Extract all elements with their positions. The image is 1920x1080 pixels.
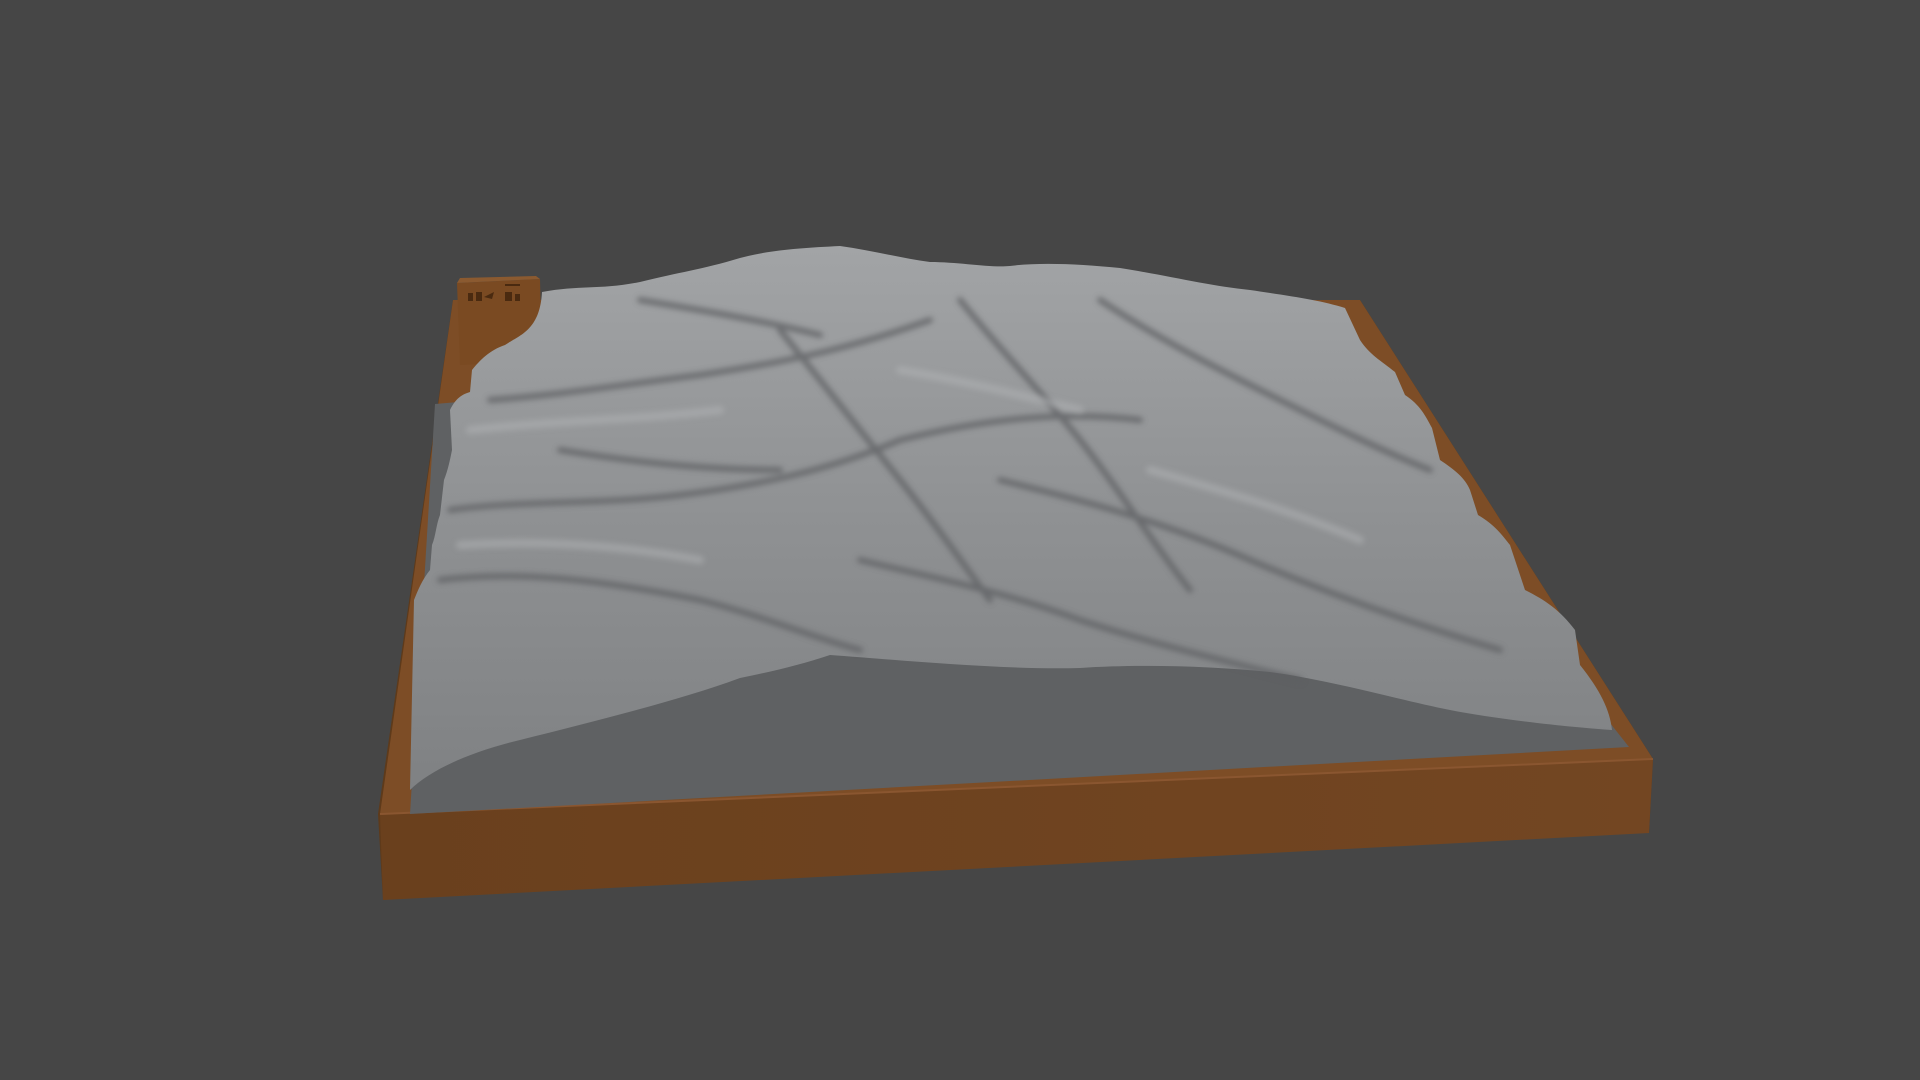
3d-viewport[interactable] [0, 0, 1920, 1080]
